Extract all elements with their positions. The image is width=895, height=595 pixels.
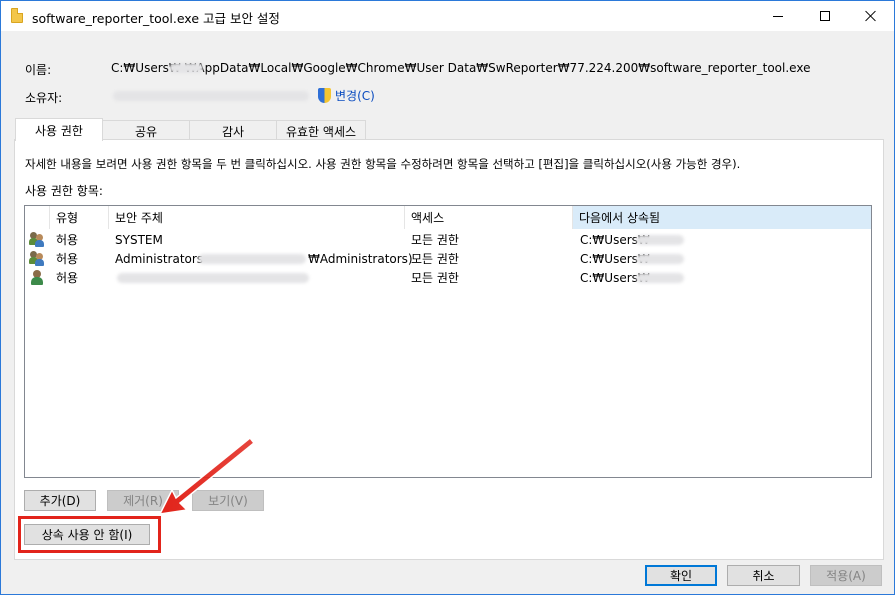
list-header: 유형 보안 주체 액세스 다음에서 상속됨 [25,206,872,229]
header-type[interactable]: 유형 [50,206,109,229]
table-row[interactable]: 허용 SYSTEM 모든 권한 C:₩Users₩ [25,230,872,249]
add-button[interactable]: 추가(D) [24,490,96,511]
header-icon-col [25,206,50,229]
header-principal[interactable]: 보안 주체 [109,206,405,229]
redacted-path [636,235,684,245]
user-icon [29,269,45,285]
change-owner-link[interactable]: 변경(C) [318,87,375,104]
title-bar: software_reporter_tool.exe 고급 보안 설정 [1,1,894,31]
row-principal-suffix: ₩Administrators) [308,251,413,266]
close-icon [865,10,877,22]
row-principal: Administrators [115,251,204,266]
redacted-path [636,273,684,283]
maximize-button[interactable] [802,1,848,31]
annotation-arrow-icon [158,436,256,515]
file-icon [11,8,23,23]
row-type: 허용 [56,271,79,285]
window-title: software_reporter_tool.exe 고급 보안 설정 [32,11,280,26]
permission-entries-label: 사용 권한 항목: [25,184,103,198]
group-icon [29,231,45,247]
tab-auditing[interactable]: 감사 [189,120,277,141]
row-access: 모든 권한 [411,271,459,285]
change-owner-label: 변경(C) [335,89,375,103]
tab-effective-access[interactable]: 유효한 액세스 [276,120,366,141]
minimize-icon [773,15,783,17]
apply-button[interactable]: 적용(A) [810,565,882,586]
close-button[interactable] [848,1,894,31]
minimize-button[interactable] [755,1,801,31]
row-principal: SYSTEM [115,232,163,247]
redacted-principal [117,273,309,283]
ok-button[interactable]: 확인 [645,565,717,586]
row-type: 허용 [56,252,79,266]
redacted-machine [198,254,306,264]
header-inherited-from[interactable]: 다음에서 상속됨 [573,206,871,229]
tab-sharing[interactable]: 공유 [102,120,190,141]
tab-permissions[interactable]: 사용 권한 [15,118,103,141]
row-type: 허용 [56,233,79,247]
permissions-tab-panel: 자세한 내용을 보려면 사용 권한 항목을 두 번 클릭하십시오. 사용 권한 … [14,139,884,560]
security-settings-window: software_reporter_tool.exe 고급 보안 설정 이름: … [0,0,895,595]
cancel-button[interactable]: 취소 [727,565,800,586]
row-access: 모든 권한 [411,233,459,247]
table-row[interactable]: 허용 Administrators ₩Administrators) 모든 권한… [25,249,872,268]
group-icon [29,250,45,266]
header-access[interactable]: 액세스 [405,206,573,229]
name-value: C:₩Users₩ ₩AppData₩Local₩Google₩Chrome₩U… [111,61,811,75]
row-access: 모든 권한 [411,252,459,266]
highlight-box [18,516,161,553]
maximize-icon [820,11,830,21]
redacted-owner [113,91,309,101]
name-label: 이름: [25,63,52,77]
table-row[interactable]: 허용 모든 권한 C:₩Users₩ [25,268,872,287]
redacted-path [636,254,684,264]
uac-shield-icon [318,88,331,103]
redacted-username [169,63,203,73]
permissions-description: 자세한 내용을 보려면 사용 권한 항목을 두 번 클릭하십시오. 사용 권한 … [25,157,741,171]
owner-label: 소유자: [25,91,63,105]
